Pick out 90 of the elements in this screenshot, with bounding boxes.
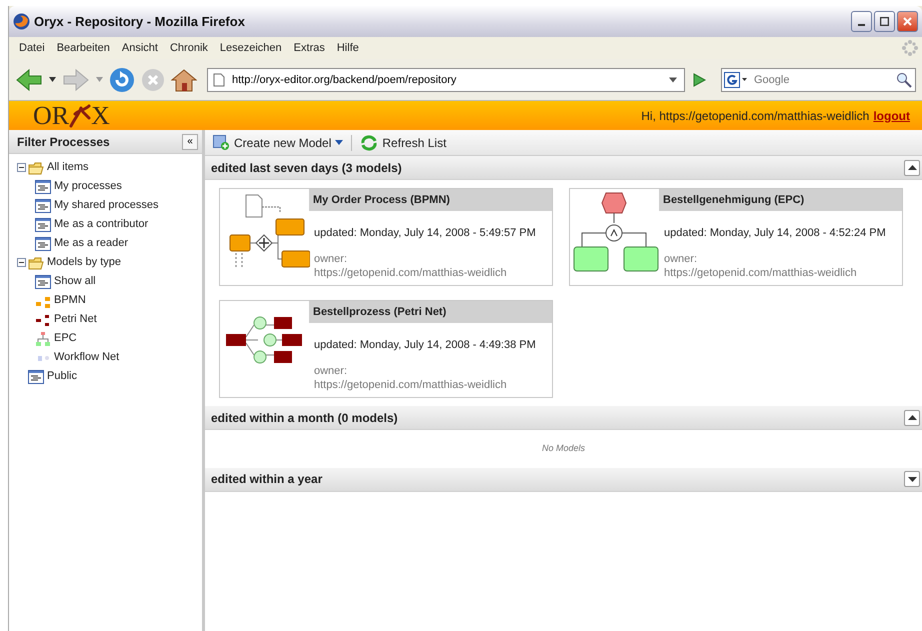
section-title: edited last seven days (3 models) xyxy=(211,160,402,176)
maximize-icon xyxy=(880,16,889,26)
section-header[interactable]: edited within a month (0 models) xyxy=(205,406,922,430)
model-title[interactable]: Bestellgenehmigung (EPC) xyxy=(659,189,902,211)
list-icon xyxy=(35,236,51,250)
updated-text: updated: Monday, July 14, 2008 - 4:52:24 PM xyxy=(663,226,887,241)
collapse-button[interactable]: « xyxy=(182,134,198,150)
list-icon xyxy=(35,198,51,212)
tree-item[interactable]: My processes xyxy=(53,178,123,195)
collapse-icon[interactable] xyxy=(17,163,26,172)
collapse-button[interactable] xyxy=(904,160,920,176)
window-title: Oryx - Repository - Mozilla Firefox xyxy=(34,12,245,31)
tree-item[interactable]: Petri Net xyxy=(53,311,98,328)
model-card[interactable]: Bestellgenehmigung (EPC) updated: Monday, July 14, 2008 - 4:52:24 PM owner: https://getopenid.com/matthias-weidlich xyxy=(569,188,903,286)
menu-item[interactable]: Datei xyxy=(13,40,51,56)
model-title[interactable]: My Order Process (BPMN) xyxy=(309,189,552,211)
close-button[interactable] xyxy=(897,11,918,32)
dropdown-icon[interactable] xyxy=(669,77,677,82)
owner-text: https://getopenid.com/matthias-weidlich xyxy=(664,266,858,280)
menu-item[interactable]: Bearbeiten xyxy=(50,40,116,56)
menu-item[interactable]: Ansicht xyxy=(116,40,164,56)
tree-item[interactable]: BPMN xyxy=(53,292,87,309)
expand-icon xyxy=(908,476,916,482)
section-header[interactable]: edited last seven days (3 models) xyxy=(205,156,922,180)
collapse-button[interactable] xyxy=(904,410,920,426)
add-model-icon xyxy=(213,134,230,150)
list-icon xyxy=(35,274,51,288)
menu-item[interactable]: Chronik xyxy=(164,40,214,56)
expand-button[interactable] xyxy=(904,471,920,487)
back-icon[interactable] xyxy=(15,68,43,92)
collapse-icon[interactable] xyxy=(17,258,26,267)
tree-item[interactable]: EPC xyxy=(53,330,78,347)
reload-icon[interactable] xyxy=(109,66,135,92)
tree-item[interactable]: Me as a reader xyxy=(53,235,129,252)
list-icon xyxy=(35,180,51,194)
logo-text: X xyxy=(91,102,110,128)
refresh-button[interactable]: Refresh List xyxy=(358,134,448,152)
list-icon xyxy=(35,218,51,232)
greeting-text: Hi, https://getopenid.com/matthias-weidlich xyxy=(641,108,870,124)
empty-message: No Models xyxy=(540,442,586,455)
address-field[interactable]: http://oryx-editor.org/backend/poem/repository xyxy=(207,68,685,92)
maximize-button[interactable] xyxy=(874,11,895,32)
menu-item[interactable]: Lesezeichen xyxy=(214,40,288,56)
search-icon[interactable] xyxy=(896,72,912,88)
search-engine-icon[interactable] xyxy=(724,72,748,88)
owner-label: owner: xyxy=(314,252,348,266)
throbber-icon xyxy=(902,40,918,56)
section-title: edited within a month (0 models) xyxy=(211,410,398,426)
epc-icon xyxy=(35,332,51,346)
tree-item[interactable]: My shared processes xyxy=(53,197,160,214)
updated-text: updated: Monday, July 14, 2008 - 4:49:38 PM xyxy=(313,338,537,353)
model-title[interactable]: Bestellprozess (Petri Net) xyxy=(309,301,552,323)
list-icon xyxy=(28,370,44,384)
minimize-icon xyxy=(858,24,865,26)
dropdown-icon[interactable] xyxy=(49,77,56,82)
tree-item[interactable]: Public xyxy=(46,368,78,385)
home-icon[interactable] xyxy=(171,68,197,92)
create-model-button[interactable]: Create new Model xyxy=(211,134,346,152)
close-icon xyxy=(903,16,912,26)
logo-text: OR xyxy=(33,102,70,128)
updated-text: updated: Monday, July 14, 2008 - 5:49:57 PM xyxy=(313,226,537,241)
page-icon xyxy=(213,72,225,86)
owner-label: owner: xyxy=(664,252,698,266)
refresh-icon xyxy=(360,134,378,150)
swirl-icon xyxy=(69,104,92,128)
panel-title: Filter Processes xyxy=(17,134,110,150)
tree-item[interactable]: All items xyxy=(46,159,90,176)
owner-text: https://getopenid.com/matthias-weidlich xyxy=(314,378,508,392)
owner-label: owner: xyxy=(314,364,348,378)
search-field[interactable]: Google xyxy=(721,68,916,92)
tree-item[interactable]: Workflow Net xyxy=(53,349,120,366)
browser-icon xyxy=(13,13,30,30)
owner-text: https://getopenid.com/matthias-weidlich xyxy=(314,266,508,280)
petri-net-icon xyxy=(35,312,51,326)
section-title: edited within a year xyxy=(211,471,322,488)
model-card[interactable]: Bestellprozess (Petri Net) updated: Monday, July 14, 2008 - 4:49:38 PM owner: https://getopenid.com/matthias-weidlich xyxy=(219,300,553,398)
model-card[interactable]: My Order Process (BPMN) updated: Monday, July 14, 2008 - 5:49:57 PM owner: https://getopenid.com/matthias-weidlich xyxy=(219,188,553,286)
tree-item[interactable]: Models by type xyxy=(46,254,122,271)
collapse-icon xyxy=(908,165,916,170)
folder-icon xyxy=(28,256,44,270)
menu-item[interactable]: Hilfe xyxy=(330,40,365,56)
minimize-button[interactable] xyxy=(851,11,872,32)
collapse-icon xyxy=(908,415,916,420)
tree-item[interactable]: Show all xyxy=(53,273,97,290)
go-icon[interactable] xyxy=(691,72,707,88)
logout-link[interactable]: logout xyxy=(873,106,910,124)
menu-item[interactable]: Extras xyxy=(288,40,331,56)
folder-icon xyxy=(28,160,44,174)
tree-item[interactable]: Me as a contributor xyxy=(53,216,150,233)
section-header[interactable]: edited within a year xyxy=(205,468,922,492)
